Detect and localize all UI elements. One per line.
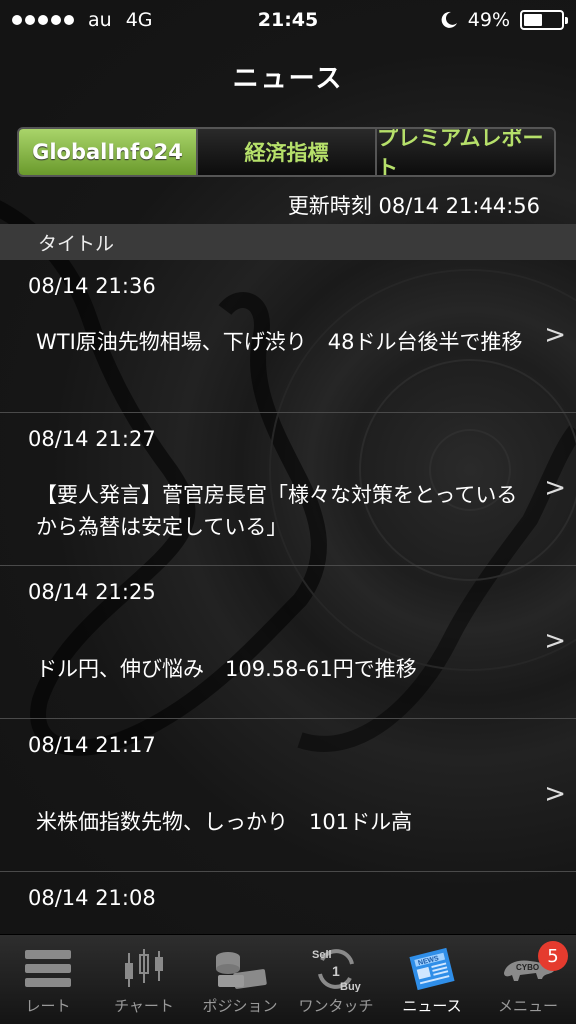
tab-label: ニュース (402, 997, 462, 1015)
tab-rate[interactable]: レート (0, 935, 96, 1024)
chevron-right-icon: > (544, 626, 566, 656)
sell-label: Sell (312, 949, 332, 961)
tab-premium-report[interactable]: プレミアムレポート (377, 129, 554, 175)
news-list: 08/14 21:36 WTI原油先物相場、下げ渋り 48ドル台後半で推移 > … (0, 260, 576, 1024)
tab-label: メニュー (497, 997, 558, 1015)
page-title: ニュース (232, 63, 344, 94)
candlestick-chart-icon (116, 945, 172, 993)
tab-position[interactable]: ポジション (192, 935, 288, 1024)
chevron-right-icon: > (544, 320, 566, 350)
news-item[interactable]: 08/14 21:36 WTI原油先物相場、下げ渋り 48ドル台後半で推移 > (0, 260, 576, 413)
news-item[interactable]: 08/14 21:17 米株価指数先物、しっかり 101ドル高 > (0, 719, 576, 872)
tab-label: ポジション (202, 997, 278, 1015)
chevron-right-icon: > (544, 473, 566, 503)
tab-globalinfo24[interactable]: GlobalInfo24 (19, 129, 198, 175)
bottom-tab-bar: レート チャート ポジション Sell 1 Buy ワンタッチ NEWS ニュー… (0, 934, 576, 1024)
news-time: 08/14 21:27 (28, 427, 156, 451)
news-title: ドル円、伸び悩み 109.58-61円で推移 (36, 657, 417, 681)
status-bar: au 4G 21:45 49% (0, 0, 576, 40)
battery-icon (520, 10, 568, 30)
news-time: 08/14 21:25 (28, 580, 156, 604)
news-item[interactable]: 08/14 21:25 ドル円、伸び悩み 109.58-61円で推移 > (0, 566, 576, 719)
news-source-tabs: GlobalInfo24 経済指標 プレミアムレポート (17, 127, 556, 177)
list-section-header: タイトル (0, 224, 576, 260)
one-label: 1 (332, 963, 340, 979)
tab-label: チャート (114, 997, 174, 1015)
news-title: WTI原油先物相場、下げ渋り 48ドル台後半で推移 (36, 330, 523, 354)
rate-list-icon (20, 945, 76, 993)
tab-news[interactable]: NEWS ニュース (384, 935, 480, 1024)
newspaper-icon: NEWS (404, 945, 460, 993)
last-updated-time: 更新時刻 08/14 21:44:56 (287, 194, 540, 218)
news-time: 08/14 21:36 (28, 274, 156, 298)
buy-label: Buy (340, 981, 362, 992)
signal-strength-icon (12, 15, 74, 25)
tab-economic-indicators[interactable]: 経済指標 (198, 129, 377, 175)
notification-badge: 5 (538, 941, 568, 971)
sell-buy-icon: Sell 1 Buy (308, 945, 364, 993)
app-screen: au 4G 21:45 49% ニュース GlobalInfo24 経済指標 プ… (0, 0, 576, 1024)
news-item[interactable]: 08/14 21:27 【要人発言】菅官房長官「様々な対策をとっているから為替は… (0, 413, 576, 566)
news-time: 08/14 21:17 (28, 733, 156, 757)
news-time: 08/14 21:08 (28, 886, 156, 910)
news-title: 米株価指数先物、しっかり 101ドル高 (36, 810, 413, 834)
cybo-label: CYBO (516, 963, 539, 972)
chevron-right-icon: > (544, 779, 566, 809)
tab-one-touch[interactable]: Sell 1 Buy ワンタッチ (288, 935, 384, 1024)
carrier-name: au (88, 9, 112, 31)
tab-menu[interactable]: CYBO メニュー 5 (480, 935, 576, 1024)
news-title: 【要人発言】菅官房長官「様々な対策をとっているから為替は安定している」 (36, 483, 518, 539)
battery-percentage: 49% (467, 9, 510, 31)
navigation-bar: ニュース (0, 40, 576, 112)
network-type: 4G (125, 9, 153, 31)
tab-label: ワンタッチ (298, 997, 374, 1015)
moon-icon (441, 11, 457, 28)
tab-chart[interactable]: チャート (96, 935, 192, 1024)
coins-icon (212, 945, 268, 993)
tab-label: レート (25, 997, 71, 1015)
